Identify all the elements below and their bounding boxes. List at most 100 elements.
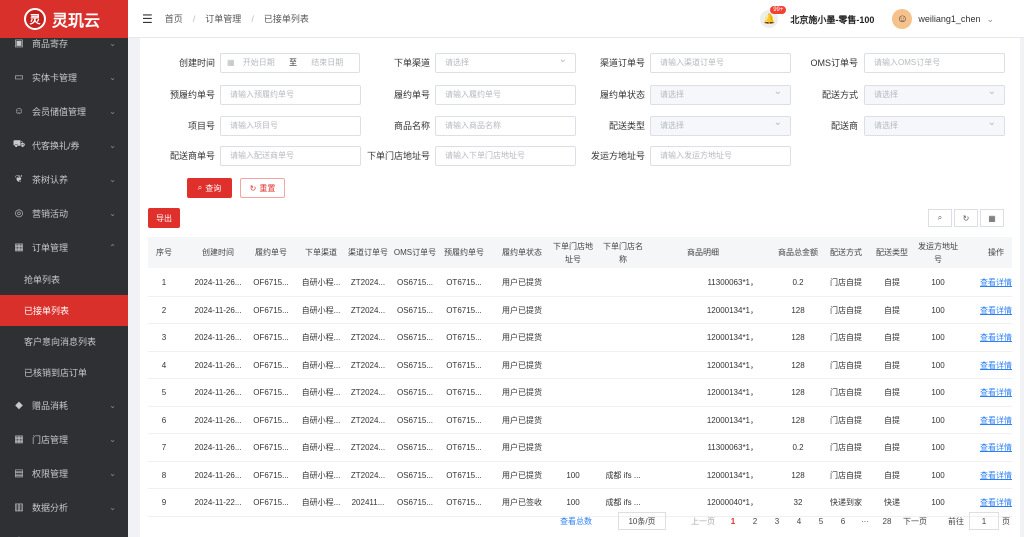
view-detail-link[interactable]: 查看详情 (980, 462, 1012, 489)
shipping-type-label: 配送类型 (608, 121, 645, 131)
top-header: ☰ 首页 / 订单管理 / 已接单列表 🔔 99+ 北京施小墨-零售-100 ☺ … (128, 0, 1024, 38)
fulfillment-status-select[interactable]: 请选择 (650, 83, 791, 105)
start-date-input[interactable]: 开始日期 (243, 58, 275, 67)
store-name[interactable]: 北京施小墨-零售-100 (790, 13, 874, 26)
table-cell: 门店自提 (830, 415, 862, 425)
store-address-input[interactable]: 请输入下单门店地址号 (435, 146, 576, 166)
channel-order-input[interactable]: 请输入渠道订单号 (650, 53, 791, 73)
columns-icon[interactable]: ▦ (980, 209, 1004, 227)
sidebar-item[interactable]: ⛟ 代客换礼/券 ⌄ (0, 128, 128, 162)
oms-order-input[interactable]: 请输入OMS订单号 (864, 53, 1005, 73)
reset-button[interactable]: ↻ 重置 (240, 178, 285, 198)
view-detail-link[interactable]: 查看详情 (980, 324, 1012, 351)
shipping-method-select[interactable]: 请选择 (864, 83, 1005, 105)
prev-page-button[interactable]: 上一页 (688, 510, 718, 532)
sidebar-subitem[interactable]: 抢单列表 (0, 264, 128, 295)
end-date-input[interactable]: 结束日期 (311, 58, 343, 67)
view-detail-link[interactable]: 查看详情 (980, 407, 1012, 434)
table-cell: 100 (931, 278, 945, 287)
sender-address-input[interactable]: 请输入发运方地址号 (650, 146, 791, 166)
carrier-select[interactable]: 请选择 (864, 114, 1005, 136)
table-cell: OS6715... (396, 470, 434, 480)
username[interactable]: weiliang1_chen (918, 14, 980, 24)
table-cell: ZT2024... (350, 470, 386, 480)
page-number[interactable]: 4 (791, 510, 807, 532)
sidebar-item[interactable]: ▣ 商品寄存 ⌄ (0, 26, 128, 60)
sidebar-item[interactable]: ◆ 赠品消耗 ⌄ (0, 388, 128, 422)
column-header: 履约单状态 (502, 248, 542, 257)
notification-bell-icon[interactable]: 🔔 99+ (760, 6, 787, 28)
table-cell: 门店自提 (830, 305, 862, 315)
view-detail-link[interactable]: 查看详情 (980, 352, 1012, 379)
page-number[interactable]: 2 (747, 510, 763, 532)
item-no-input[interactable]: 请输入项目号 (220, 116, 361, 136)
table-cell: OS6715... (396, 443, 434, 452)
breadcrumb-home[interactable]: 首页 (165, 12, 183, 25)
column-header: 预履约单号 (444, 248, 484, 257)
carrier-order-input[interactable]: 请输入配送商单号 (220, 146, 361, 166)
avatar[interactable]: ☺ (892, 9, 913, 29)
table-cell: 128 (791, 360, 805, 370)
table-cell (601, 379, 645, 406)
table-cell: OT6715... (446, 388, 482, 397)
sidebar-item[interactable]: ▥ 数据分析 ⌄ (0, 490, 128, 524)
table-cell: 0.2 (792, 443, 804, 452)
goto-page-input[interactable]: 1 (969, 512, 999, 530)
table-cell: 100 (931, 333, 945, 342)
sidebar-item[interactable]: ▦ 订单管理 ⌃ (0, 230, 128, 264)
refresh-icon[interactable]: ↻ (954, 209, 978, 227)
page-number[interactable]: 1 (725, 510, 741, 532)
sidebar-item-label: 门店管理 (32, 434, 69, 445)
sidebar-item[interactable]: ▤ 权限管理 ⌄ (0, 456, 128, 490)
table-cell: 2024-11-26... (194, 278, 242, 287)
shipping-type-select[interactable]: 请选择 (650, 114, 791, 136)
table-cell: 自研小程... (301, 305, 341, 315)
table-cell: 100 (931, 415, 945, 425)
chart-icon: ▥ (14, 501, 24, 513)
table-cell: 6 (161, 415, 167, 425)
chevron-down-icon[interactable]: ⌄ (986, 14, 994, 25)
page-number[interactable]: 5 (813, 510, 829, 532)
sidebar-subitem[interactable]: 已接单列表 (0, 295, 128, 326)
view-detail-link[interactable]: 查看详情 (980, 297, 1012, 324)
query-button[interactable]: ⌕ 查询 (187, 178, 232, 198)
sidebar-item[interactable]: ◎ 营销活动 ⌄ (0, 196, 128, 230)
table-row: 6 2024-11-26... OF6715... 自研小程... ZT2024... O… (148, 406, 1012, 434)
page-number[interactable]: 6 (835, 510, 851, 532)
sidebar-item[interactable]: ⚙系统管理⌄ (0, 524, 128, 537)
view-detail-link[interactable]: 查看详情 (980, 434, 1012, 461)
sidebar-item[interactable]: ▭ 实体卡管理 ⌄ (0, 60, 128, 94)
table-cell: 自研小程... (301, 415, 341, 425)
calendar-icon: ▦ (227, 58, 235, 67)
sidebar-item[interactable]: ▦ 门店管理 ⌄ (0, 422, 128, 456)
gift-icon: ◆ (15, 399, 23, 411)
pre-fulfillment-input[interactable]: 请输入预履约单号 (220, 85, 361, 105)
goods-name-input[interactable]: 请输入商品名称 (435, 116, 576, 136)
view-detail-link[interactable]: 查看详情 (980, 269, 1012, 296)
table-cell: 自研小程... (301, 360, 341, 370)
search-toggle-icon[interactable]: ⌕ (928, 209, 952, 227)
fulfillment-status-label: 履约单状态 (599, 90, 645, 100)
sidebar-item[interactable]: ❦ 茶树认养 ⌄ (0, 162, 128, 196)
page-number[interactable]: 28 (879, 510, 895, 532)
page-size-select[interactable]: 10条/页 (618, 512, 666, 530)
page-number[interactable]: ··· (857, 510, 873, 532)
sidebar-item[interactable]: ☺ 会员储值管理 ⌄ (0, 94, 128, 128)
breadcrumb-orders[interactable]: 订单管理 (205, 12, 241, 25)
menu-toggle-icon[interactable]: ☰ (142, 12, 153, 26)
sidebar-subitem[interactable]: 客户意向消息列表 (0, 326, 128, 357)
export-button[interactable]: 导出 (148, 208, 180, 228)
fulfillment-input[interactable]: 请输入履约单号 (435, 85, 576, 105)
view-detail-link[interactable]: 查看详情 (980, 379, 1012, 406)
page-number[interactable]: 3 (769, 510, 785, 532)
column-header: 商品总金额 (778, 248, 818, 257)
table-cell: 自提 (884, 278, 900, 287)
table-cell (601, 434, 645, 461)
view-total-link[interactable]: 查看总数 (556, 510, 596, 532)
table-cell: 自研小程... (301, 470, 341, 480)
next-page-button[interactable]: 下一页 (900, 510, 930, 532)
sidebar-subitem[interactable]: 已核销到店订单 (0, 357, 128, 388)
created-date-range[interactable]: ▦ 开始日期 至 结束日期 (220, 53, 360, 73)
channel-select[interactable]: 请选择 (435, 51, 576, 73)
table-cell: 12000134*1， (706, 305, 758, 315)
